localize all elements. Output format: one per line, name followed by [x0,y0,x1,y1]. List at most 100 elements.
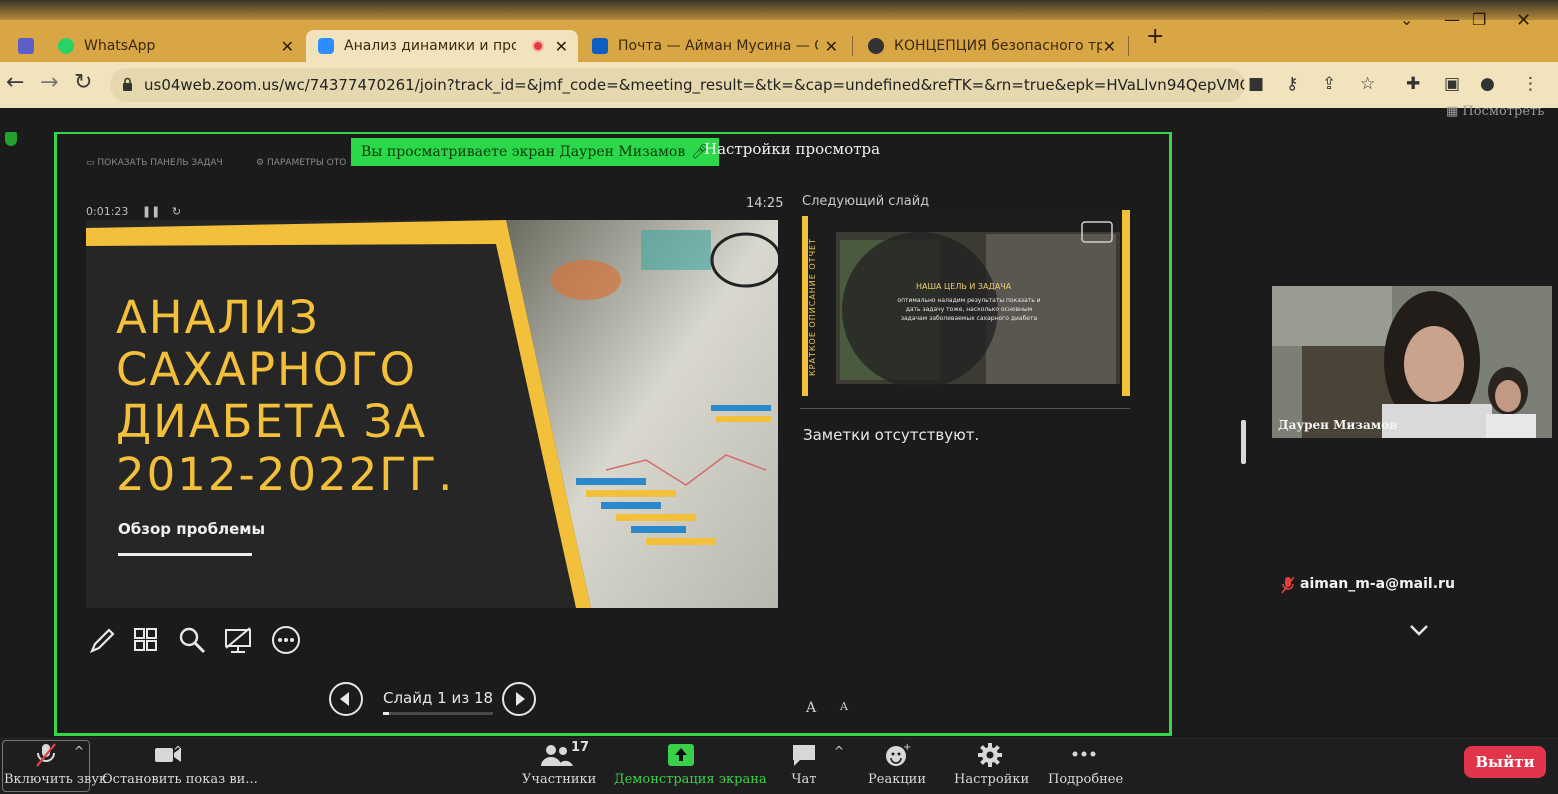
security-shield-icon[interactable] [5,132,17,146]
black-screen-icon[interactable] [222,624,254,656]
tab-whatsapp[interactable]: WhatsApp ✕ [46,30,304,62]
notes-divider [800,408,1130,409]
close-icon[interactable]: ✕ [555,37,568,56]
photo-shape [641,230,711,270]
more-label: Подробнее [1048,772,1124,787]
tab-outlook[interactable]: Почта — Айман Мусина — Out ✕ [580,30,848,62]
share-screen-label: Демонстрация экрана [614,772,767,787]
settings-button[interactable]: Настройки [954,742,1029,787]
next-slide-vertical-text: КРАТКОЕ ОПИСАНИЕ ОТЧЕТ [808,238,817,376]
participant-name: Даурен Мизамов [1278,418,1398,432]
share-banner-text: Вы просматриваете экран Даурен Мизамов [361,144,686,160]
whatsapp-icon [58,38,74,54]
all-slides-icon[interactable] [130,624,162,656]
view-button-label: Посмотреть [1462,104,1545,119]
bookmark-star-icon[interactable]: ☆ [1360,74,1375,94]
chat-icon [793,745,815,766]
participants-label: Участники [522,772,597,787]
close-icon[interactable]: ✕ [825,37,838,56]
zoom-icon [318,38,334,54]
pause-icon[interactable]: ❚❚ [142,205,160,218]
tab-label: Анализ динамики и прогно [344,38,516,54]
elapsed-timer: 0:01:23 ❚❚ ↻ [86,205,181,218]
back-icon[interactable]: ← [6,70,24,95]
view-settings-button[interactable]: Настройки просмотра [704,140,880,158]
extensions-icon[interactable]: ✚ [1406,74,1420,94]
increase-font-button[interactable]: A [806,700,816,716]
reset-timer-icon[interactable]: ↻ [172,205,181,218]
slide-subtitle-underline [118,553,252,556]
more-dots-icon [1072,751,1096,757]
display-options-label: параметры ото [266,158,347,168]
chevron-down-icon[interactable] [1408,622,1430,638]
reactions-label: Реакции [868,772,927,787]
video-options-caret-icon[interactable]: ^ [173,744,183,758]
close-icon[interactable]: ✕ [281,37,294,56]
tab-zoom-meeting[interactable]: Анализ динамики и прогно ✕ [306,30,578,62]
audio-options-caret-icon[interactable]: ^ [74,744,84,758]
slide-title: АНАЛИЗ САХАРНОГО ДИАБЕТА ЗА 2012-2022ГГ. [116,291,536,501]
view-button[interactable]: ▦ Посмотреть [1446,104,1544,119]
tab-separator [1128,36,1129,56]
restore-icon[interactable]: ❐ [1472,10,1486,29]
speaker-notes: Заметки отсутствуют. [803,426,980,444]
teams-pinned-tab[interactable] [6,30,46,62]
new-tab-icon[interactable]: + [1146,24,1164,49]
slide-title-line: ДИАБЕТА ЗА [116,395,428,449]
chat-label: Чат [791,772,817,787]
triangle-left-icon [340,692,349,706]
audio-participant-name: aiman_m-a@mail.ru [1300,576,1455,592]
muted-mic-icon [1281,576,1295,594]
participant-video-tile[interactable] [1272,286,1552,438]
display-options-button[interactable]: ⚙ параметры ото [256,158,346,168]
teams-icon [18,38,34,54]
clock: 14:25 [746,196,784,211]
unmute-label: Включить звук [4,772,108,787]
key-icon[interactable]: ⚷ [1286,74,1298,94]
next-slide-label: Следующий слайд [802,194,930,209]
pen-icon[interactable] [86,624,118,656]
chat-options-caret-icon[interactable]: ^ [834,744,844,758]
reactions-button[interactable]: + Реакции [868,742,926,787]
profile-icon[interactable]: ● [1480,74,1495,94]
tab-label: Почта — Айман Мусина — Out [618,38,818,54]
participant-video [1272,286,1552,438]
stop-video-label: Остановить показ ви... [102,772,258,787]
tab-concept[interactable]: КОНЦЕПЦИЯ безопасного труд ✕ [856,30,1126,62]
minimize-icon[interactable]: — [1444,10,1460,29]
show-taskbar-label: показать панель задач [97,158,223,168]
photo-shape [551,260,621,300]
side-panel-icon[interactable]: ▣ [1444,74,1460,94]
chat-button[interactable]: Чат [786,742,822,787]
reload-icon[interactable]: ↻ [74,70,92,95]
gear-icon [978,743,1002,767]
menu-icon[interactable]: ⋮ [1522,74,1539,94]
slide-title-line: 2012-2022ГГ. [116,447,455,501]
next-slide-button[interactable] [502,682,536,716]
next-slide-body: оптимально наладим результаты показать и… [897,297,1041,322]
share-screen-icon [668,744,694,766]
previous-slide-button[interactable] [329,682,363,716]
close-icon[interactable]: ✕ [1103,37,1116,56]
slide-subtitle: Обзор проблемы [118,520,266,538]
slide-title-line: АНАЛИЗ [116,291,320,344]
tab-separator [852,36,853,56]
browser-top-edge [0,0,1558,20]
stop-video-button[interactable]: Остановить показ ви... [102,742,258,787]
gallery-scrollbar[interactable] [1241,420,1246,464]
forward-icon[interactable]: → [40,70,58,95]
more-button[interactable]: Подробнее [1048,742,1124,787]
camera-indicator-icon[interactable]: ■ [1248,74,1264,94]
show-taskbar-button[interactable]: ▭ показать панель задач [86,158,223,168]
url-field[interactable]: us04web.zoom.us/wc/74377470261/join?trac… [110,68,1245,102]
decrease-font-button[interactable]: A [840,700,848,713]
window-close-icon[interactable]: ✕ [1516,10,1531,31]
slide-title-line: САХАРНОГО [116,343,418,397]
share-icon[interactable]: ⇪ [1322,74,1336,94]
leave-meeting-button[interactable]: Выйти [1464,746,1546,778]
share-screen-button[interactable]: Демонстрация экрана [614,742,767,787]
tab-search-icon[interactable]: ⌄ [1400,10,1413,29]
zoom-magnifier-icon[interactable] [176,624,208,656]
svg-text:+: + [903,742,911,753]
more-options-icon[interactable] [270,624,302,656]
